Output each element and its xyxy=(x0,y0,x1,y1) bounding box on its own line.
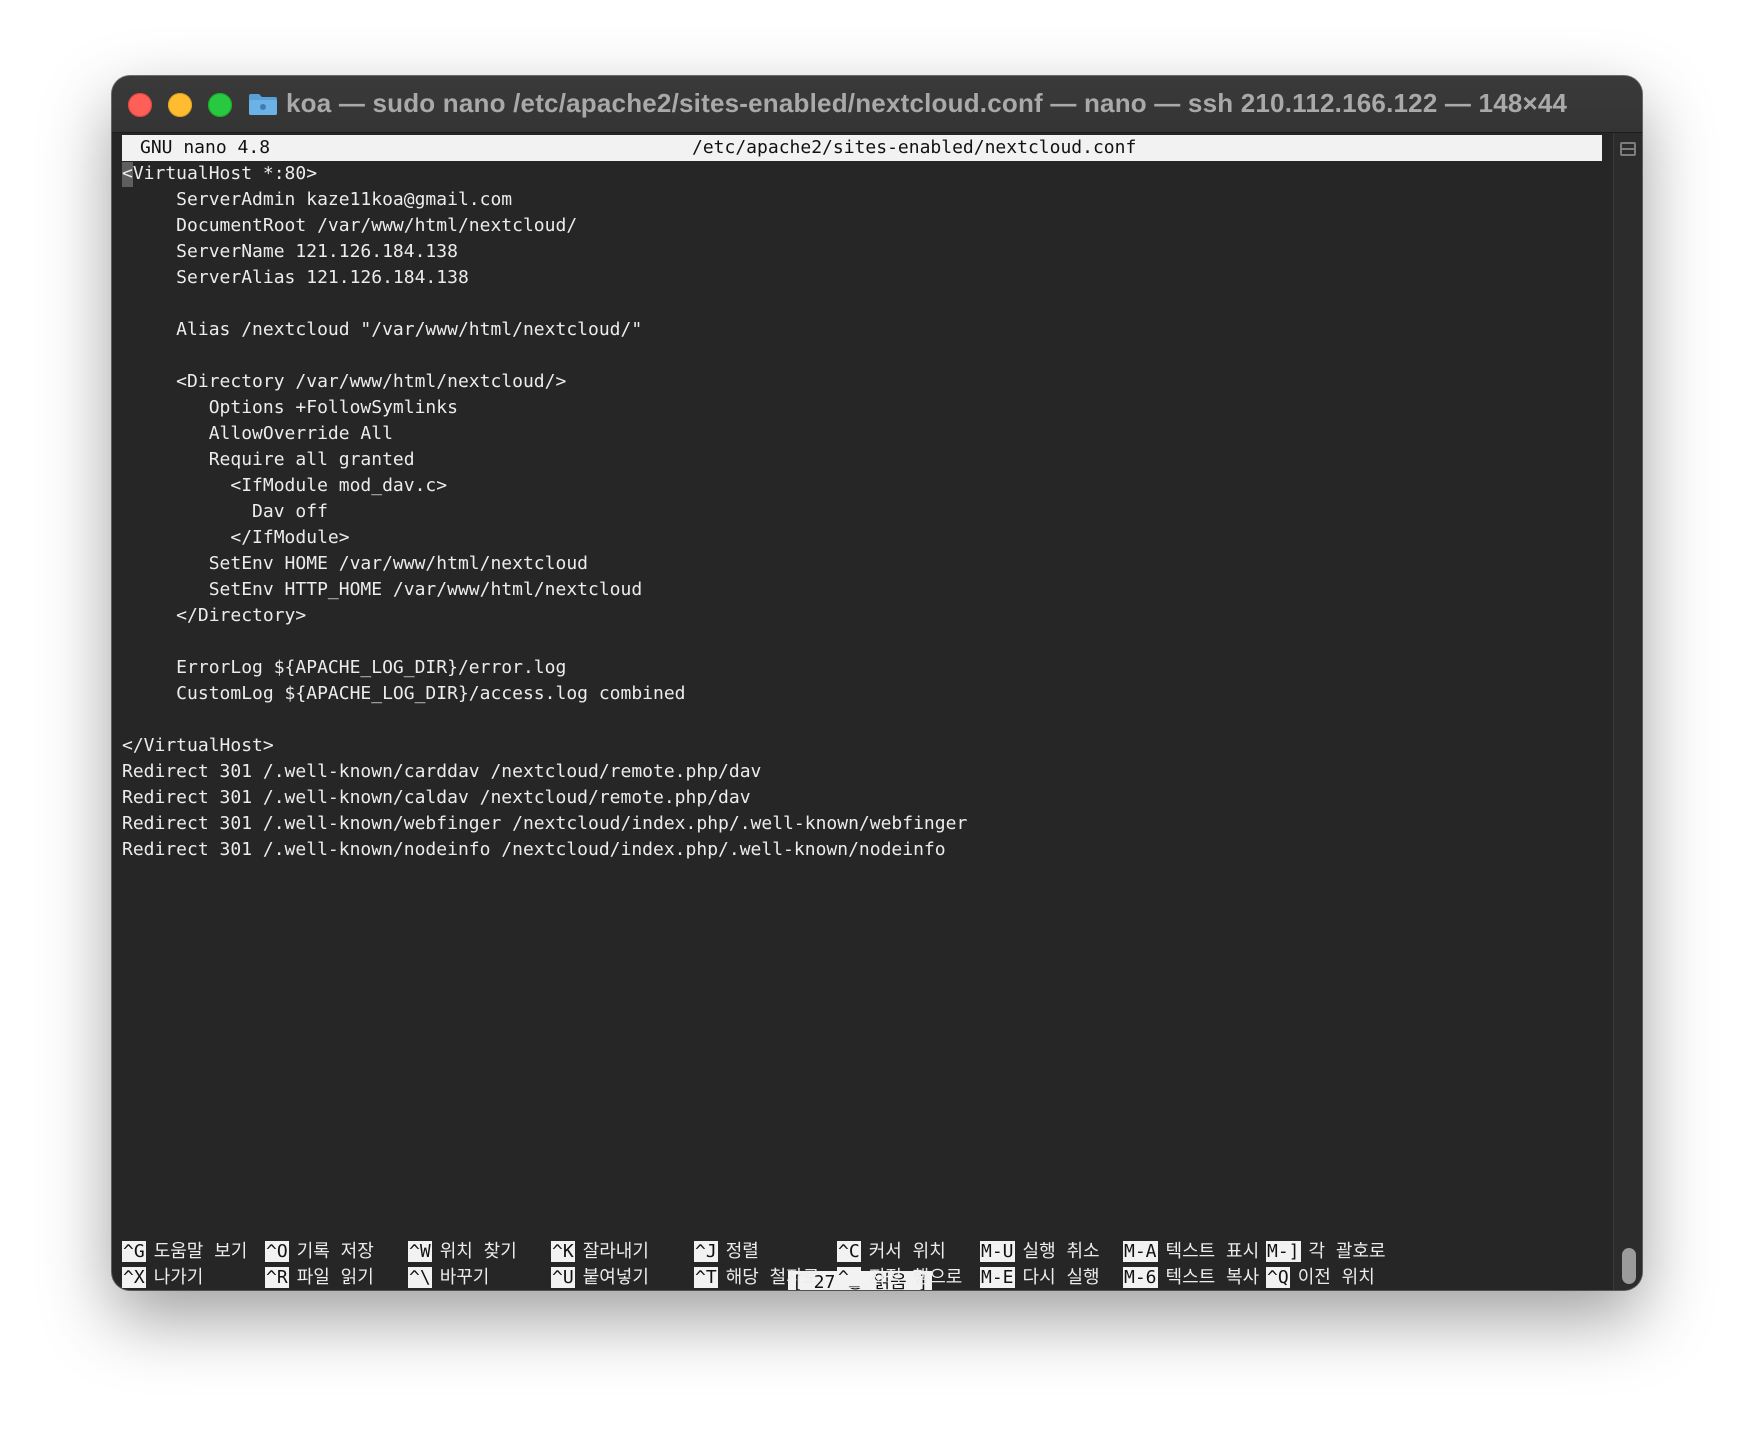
shortcut-label: 붙여넣기 xyxy=(582,1267,649,1288)
code-line: Options +FollowSymlinks xyxy=(122,397,458,418)
scrollbar[interactable] xyxy=(1613,133,1642,1290)
shortcut-item: ^T 해당 철자로 xyxy=(694,1265,819,1290)
shortcut-item: ^K 잘라내기 xyxy=(551,1239,649,1265)
shortcut-label: 지정 행으로 xyxy=(868,1267,963,1288)
shortcut-key: ^O xyxy=(265,1241,289,1262)
code-line: SetEnv HTTP_HOME /var/www/html/nextcloud xyxy=(122,579,643,600)
code-line: ErrorLog ${APACHE_LOG_DIR}/error.log xyxy=(122,657,567,678)
shortcut-label: 실행 취소 xyxy=(1022,1241,1100,1262)
code-line: <VirtualHost *:80> xyxy=(122,163,318,184)
shortcut-key: ^J xyxy=(694,1241,718,1262)
folder-icon xyxy=(249,94,277,115)
shortcut-label: 기록 저장 xyxy=(296,1241,374,1262)
shortcut-label: 바꾸기 xyxy=(439,1267,490,1288)
shortcut-item: ^J 정렬 xyxy=(694,1239,759,1265)
shortcut-item: M-] 각 괄호로 xyxy=(1266,1239,1386,1265)
nano-version: GNU nano 4.8 xyxy=(140,137,271,158)
shortcut-label: 이전 위치 xyxy=(1297,1267,1375,1288)
shortcut-label: 나가기 xyxy=(153,1267,204,1288)
shortcut-item: M-6 텍스트 복사 xyxy=(1123,1265,1259,1290)
code-line: Redirect 301 /.well-known/webfinger /nex… xyxy=(122,813,968,834)
shortcut-item: M-U 실행 취소 xyxy=(980,1239,1100,1265)
code-line: ServerAdmin kaze11koa@gmail.com xyxy=(122,189,513,210)
shortcut-label: 잘라내기 xyxy=(582,1241,649,1262)
shortcut-bar: ^G 도움말 보기 ^O 기록 저장 ^W 위치 찾기 ^K 잘라내기 ^J 정렬 ^C 커서 위치 M… xyxy=(122,1239,1602,1290)
code-line: </VirtualHost> xyxy=(122,735,274,756)
shortcut-label: 정렬 xyxy=(725,1241,759,1262)
terminal-window: koa — sudo nano /etc/apache2/sites-enabl… xyxy=(112,76,1642,1290)
code-line: SetEnv HOME /var/www/html/nextcloud xyxy=(122,553,588,574)
shortcut-key: M-A xyxy=(1123,1241,1158,1262)
shortcut-label: 커서 위치 xyxy=(868,1241,946,1262)
shortcut-label: 텍스트 복사 xyxy=(1165,1267,1260,1288)
shortcut-item: M-A 텍스트 표시 xyxy=(1123,1239,1259,1265)
code-line: ServerName 121.126.184.138 xyxy=(122,241,458,262)
code-line: AllowOverride All xyxy=(122,423,393,444)
code-line: </Directory> xyxy=(122,605,307,626)
scrollbar-thumb[interactable] xyxy=(1622,1248,1636,1284)
shortcut-key: ^X xyxy=(122,1267,146,1288)
shortcut-key: ^W xyxy=(408,1241,432,1262)
shortcut-item: ^Q 이전 위치 xyxy=(1266,1265,1375,1290)
shortcut-item: ^R 파일 읽기 xyxy=(265,1265,374,1290)
zoom-dot-icon[interactable] xyxy=(208,93,232,117)
code-line: <IfModule mod_dav.c> xyxy=(122,475,448,496)
close-dot-icon[interactable] xyxy=(128,93,152,117)
shortcut-label: 해당 철자로 xyxy=(725,1267,820,1288)
nano-header-bar: GNU nano 4.8 /etc/apache2/sites-enabled/… xyxy=(122,135,1602,161)
shortcut-key: ^T xyxy=(694,1267,718,1288)
shortcut-key: ^Q xyxy=(1266,1267,1290,1288)
shortcut-label: 텍스트 표시 xyxy=(1165,1241,1260,1262)
shortcut-key: ^C xyxy=(837,1241,861,1262)
split-pane-icon[interactable] xyxy=(1620,142,1636,156)
code-line: </IfModule> xyxy=(122,527,350,548)
code-line: Alias /nextcloud "/var/www/html/nextclou… xyxy=(122,319,643,340)
shortcut-key: M-E xyxy=(980,1267,1015,1288)
code-line: ServerAlias 121.126.184.138 xyxy=(122,267,469,288)
code-line: CustomLog ${APACHE_LOG_DIR}/access.log c… xyxy=(122,683,686,704)
terminal-area[interactable]: GNU nano 4.8 /etc/apache2/sites-enabled/… xyxy=(122,133,1602,1290)
shortcut-label: 도움말 보기 xyxy=(153,1241,248,1262)
shortcut-row-1: ^G 도움말 보기 ^O 기록 저장 ^W 위치 찾기 ^K 잘라내기 ^J 정렬 ^C 커서 위치 M… xyxy=(122,1239,1602,1265)
shortcut-key: M-] xyxy=(1266,1241,1301,1262)
shortcut-label: 위치 찾기 xyxy=(439,1241,517,1262)
shortcut-item: ^O 기록 저장 xyxy=(265,1239,374,1265)
shortcut-label: 파일 읽기 xyxy=(296,1267,374,1288)
shortcut-item: ^C 커서 위치 xyxy=(837,1239,946,1265)
nano-filename: /etc/apache2/sites-enabled/nextcloud.con… xyxy=(692,137,1137,158)
code-line: <Directory /var/www/html/nextcloud/> xyxy=(122,371,567,392)
shortcut-label: 다시 실행 xyxy=(1022,1267,1100,1288)
shortcut-key: M-6 xyxy=(1123,1267,1158,1288)
shortcut-row-2: ^X 나가기 ^R 파일 읽기 ^\ 바꾸기 ^U 붙여넣기 ^T 해당 철자로 ^_ 지정 행으로 M… xyxy=(122,1265,1602,1290)
shortcut-item: ^U 붙여넣기 xyxy=(551,1265,649,1290)
shortcut-label: 각 괄호로 xyxy=(1308,1241,1386,1262)
shortcut-key: M-U xyxy=(980,1241,1015,1262)
code-line: Redirect 301 /.well-known/caldav /nextcl… xyxy=(122,787,751,808)
shortcut-item: ^\ 바꾸기 xyxy=(408,1265,489,1290)
shortcut-key: ^R xyxy=(265,1267,289,1288)
code-line: DocumentRoot /var/www/html/nextcloud/ xyxy=(122,215,578,236)
shortcut-key: ^_ xyxy=(837,1267,861,1288)
code-line: Redirect 301 /.well-known/nodeinfo /next… xyxy=(122,839,946,860)
code-line: Dav off xyxy=(122,501,328,522)
shortcut-key: ^U xyxy=(551,1267,575,1288)
code-line: Require all granted xyxy=(122,449,415,470)
shortcut-item: ^G 도움말 보기 xyxy=(122,1239,247,1265)
code-line: Redirect 301 /.well-known/carddav /nextc… xyxy=(122,761,762,782)
shortcut-key: ^G xyxy=(122,1241,146,1262)
shortcut-item: M-E 다시 실행 xyxy=(980,1265,1100,1290)
shortcut-item: ^W 위치 찾기 xyxy=(408,1239,517,1265)
shortcut-key: ^K xyxy=(551,1241,575,1262)
shortcut-item: ^_ 지정 행으로 xyxy=(837,1265,962,1290)
window-title: koa — sudo nano /etc/apache2/sites-enabl… xyxy=(286,88,1568,118)
minimize-dot-icon[interactable] xyxy=(168,93,192,117)
file-content[interactable]: <VirtualHost *:80> ServerAdmin kaze11koa… xyxy=(122,161,967,863)
shortcut-key: ^\ xyxy=(408,1267,432,1288)
title-bar[interactable]: koa — sudo nano /etc/apache2/sites-enabl… xyxy=(112,76,1642,133)
shortcut-item: ^X 나가기 xyxy=(122,1265,203,1290)
